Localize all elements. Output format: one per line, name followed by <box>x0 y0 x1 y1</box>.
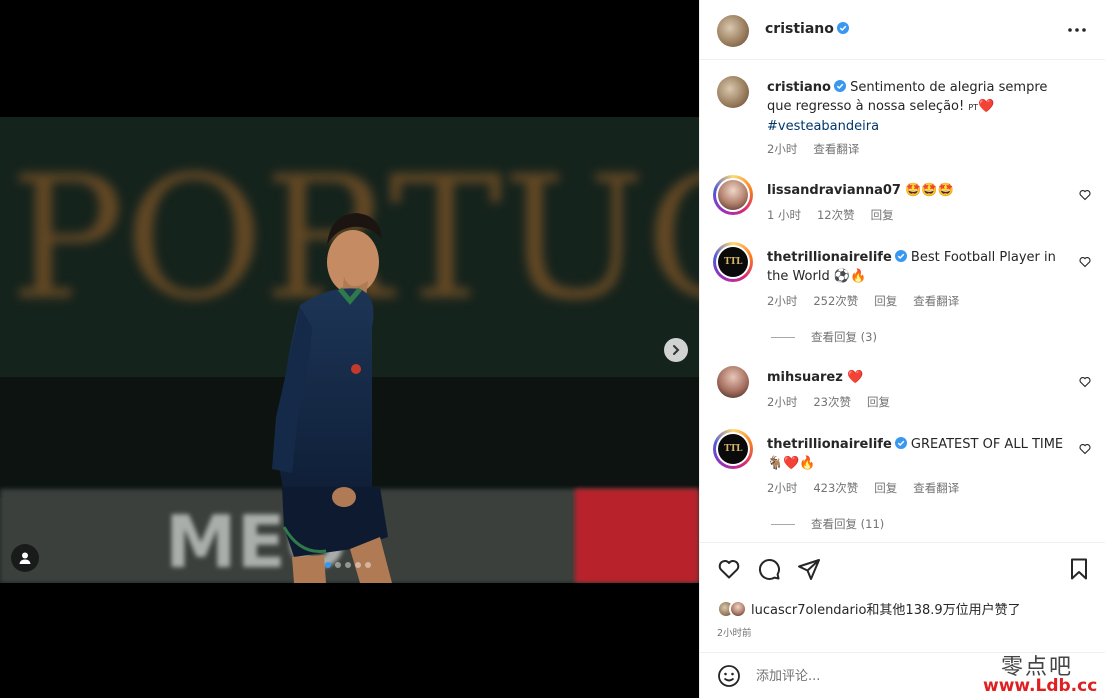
comment-translate-link[interactable]: 查看翻译 <box>913 293 959 309</box>
replies-divider-line <box>771 523 795 525</box>
comment-username[interactable]: lissandravianna07 <box>767 183 901 198</box>
bookmark-icon[interactable] <box>1067 557 1091 581</box>
heart-icon[interactable] <box>717 557 741 581</box>
slide-dot[interactable] <box>335 562 341 568</box>
verified-badge-icon <box>894 250 907 262</box>
likes-summary[interactable]: lucascr7olendario和其他138.9万位用户赞了 <box>717 599 1021 618</box>
slide-dot[interactable] <box>345 562 351 568</box>
verified-badge-icon <box>894 437 907 449</box>
post-actions: lucascr7olendario和其他138.9万位用户赞了 2小时前 <box>700 542 1105 652</box>
comment-time: 2小时 <box>767 481 798 495</box>
verified-badge-icon <box>833 80 846 92</box>
comment-time: 1 小时 <box>767 208 801 222</box>
comment-avatar-story-ring[interactable] <box>713 175 753 215</box>
comment-text-block: mihsuarez ❤️ <box>767 368 1057 387</box>
comment-like-heart-icon[interactable] <box>1079 256 1091 268</box>
comment-text: 🤩🤩🤩 <box>905 183 954 198</box>
slide-dot[interactable] <box>365 562 371 568</box>
comment-reply-button[interactable]: 回复 <box>871 207 894 223</box>
slide-dot[interactable] <box>325 562 331 568</box>
next-slide-button[interactable] <box>664 338 688 362</box>
view-replies-button[interactable]: 查看回复 (11) <box>771 516 884 532</box>
comment-likes[interactable]: 252次赞 <box>813 293 858 309</box>
comment-icon[interactable] <box>757 557 781 581</box>
comments-scroll-area[interactable]: cristiano Sentimento de alegria sempre q… <box>700 61 1105 542</box>
caption-translate-link[interactable]: 查看翻译 <box>813 141 859 157</box>
post-photo[interactable]: PORTUGAL MEO <box>0 117 699 583</box>
comment-username[interactable]: thetrillionairelife <box>767 250 892 265</box>
comment-likes[interactable]: 12次赞 <box>817 207 855 223</box>
caption-meta: 2小时 查看翻译 <box>767 141 859 157</box>
comment-meta: 2小时 252次赞 回复 查看翻译 <box>767 293 959 309</box>
comment-text-block: thetrillionairelife Best Football Player… <box>767 248 1067 286</box>
author-username[interactable]: cristiano <box>765 21 834 37</box>
instagram-post-modal: PORTUGAL MEO <box>0 0 1105 698</box>
user-tags-button[interactable] <box>11 544 39 572</box>
author-avatar[interactable] <box>717 15 749 47</box>
post-time-ago: 2小时前 <box>717 628 752 639</box>
photo-illustration: PORTUGAL MEO <box>0 117 699 583</box>
comment-meta: 1 小时 12次赞 回复 <box>767 207 894 223</box>
more-options-button[interactable] <box>1066 19 1088 41</box>
ttl-logo: TTL <box>718 434 748 464</box>
post-header: cristiano <box>700 0 1105 60</box>
caption-username[interactable]: cristiano <box>767 80 831 95</box>
comment-meta: 2小时 423次赞 回复 查看翻译 <box>767 480 959 496</box>
caption-author-avatar[interactable] <box>717 76 749 108</box>
comment-avatar[interactable] <box>717 366 749 398</box>
replies-divider-line <box>771 336 795 338</box>
more-horizontal-icon <box>1068 28 1086 32</box>
watermark-url: www.Ldb.cc <box>983 676 1098 696</box>
view-replies-label: 查看回复 (3) <box>811 330 877 344</box>
comment-like-heart-icon[interactable] <box>1079 443 1091 455</box>
emoji-icon[interactable] <box>717 664 741 688</box>
comment-input[interactable] <box>756 665 1006 687</box>
comment-text-block: lissandravianna07 🤩🤩🤩 <box>767 181 1057 200</box>
comment-likes[interactable]: 423次赞 <box>813 480 858 496</box>
slide-indicator <box>325 562 371 568</box>
comment-avatar-story-ring[interactable]: TTL <box>713 429 753 469</box>
comment-like-heart-icon[interactable] <box>1079 189 1091 201</box>
view-replies-label: 查看回复 (11) <box>811 517 885 531</box>
send-icon[interactable] <box>797 557 821 581</box>
caption-heart-emoji: ❤️ <box>978 99 995 114</box>
caption-time: 2小时 <box>767 142 798 156</box>
slide-dot[interactable] <box>355 562 361 568</box>
comment-time: 2小时 <box>767 294 798 308</box>
flag-pt: PT <box>968 103 979 112</box>
chevron-right-icon <box>673 345 680 355</box>
comment-meta: 2小时 23次赞 回复 <box>767 394 890 410</box>
comment-reply-button[interactable]: 回复 <box>874 293 897 309</box>
comment-translate-link[interactable]: 查看翻译 <box>913 480 959 496</box>
comment-reply-button[interactable]: 回复 <box>874 480 897 496</box>
comment-time: 2小时 <box>767 395 798 409</box>
comment-username[interactable]: mihsuarez <box>767 370 843 385</box>
caption-text-block: cristiano Sentimento de alegria sempre q… <box>767 78 1067 136</box>
site-watermark: 零点吧 www.Ldb.cc <box>981 648 1105 698</box>
comment-text: ❤️ <box>846 370 864 385</box>
post-media-pane: PORTUGAL MEO <box>0 0 699 698</box>
view-replies-button[interactable]: 查看回复 (3) <box>771 329 877 345</box>
comment-likes[interactable]: 23次赞 <box>813 394 851 410</box>
ttl-logo: TTL <box>718 247 748 277</box>
comment-reply-button[interactable]: 回复 <box>867 394 890 410</box>
user-tag-icon <box>19 552 31 564</box>
caption-hashtag[interactable]: #vesteabandeira <box>767 119 879 134</box>
comment-username[interactable]: thetrillionairelife <box>767 437 892 452</box>
liker-avatar <box>729 599 747 618</box>
verified-badge-icon <box>836 22 849 34</box>
comment-like-heart-icon[interactable] <box>1079 376 1091 388</box>
comment-avatar-story-ring[interactable]: TTL <box>713 242 753 282</box>
comment-text-block: thetrillionairelife GREATEST OF ALL TIME… <box>767 435 1067 473</box>
post-side-panel: cristiano cristiano Sentimento de alegri… <box>699 0 1105 698</box>
likes-text: lucascr7olendario和其他138.9万位用户赞了 <box>751 603 1021 618</box>
